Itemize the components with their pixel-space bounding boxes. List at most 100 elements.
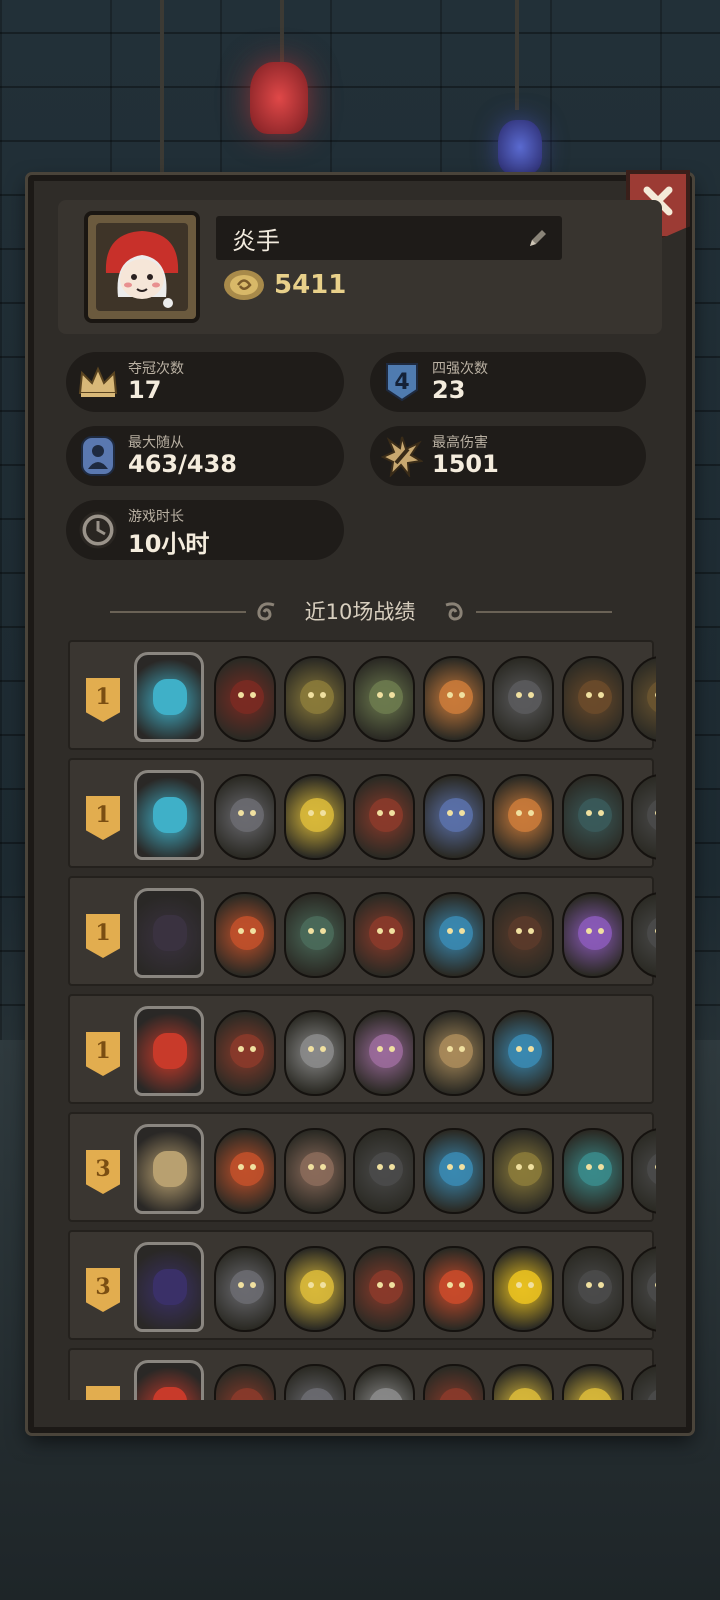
match-row[interactable]: 1: [68, 876, 656, 986]
minion-portrait[interactable]: [283, 656, 346, 742]
minion-eye: [389, 1046, 395, 1052]
minion-portrait[interactable]: [214, 1128, 276, 1214]
minion-portrait[interactable]: [422, 1246, 485, 1332]
minion-face: [647, 1388, 656, 1400]
hero-face: [153, 1387, 187, 1400]
match-row[interactable]: 3: [68, 1230, 656, 1340]
minion-portrait[interactable]: [214, 1246, 276, 1332]
hero-portrait[interactable]: [134, 652, 204, 742]
minion-portrait[interactable]: [631, 1246, 656, 1332]
hero-portrait[interactable]: [134, 888, 204, 978]
minion-portrait[interactable]: [422, 892, 485, 978]
stat-label: 最高伤害: [432, 435, 488, 451]
minion-portrait[interactable]: [353, 1246, 415, 1332]
minion-eye: [238, 692, 244, 698]
hero-portrait[interactable]: [134, 1242, 204, 1332]
minion-eye: [597, 692, 604, 698]
minion-eye: [389, 928, 395, 934]
minion-face: [438, 1270, 473, 1304]
minion-portrait[interactable]: [631, 774, 656, 860]
match-row[interactable]: 1: [68, 994, 654, 1104]
minion-portrait[interactable]: [561, 774, 624, 860]
minion-portrait[interactable]: [353, 1010, 415, 1096]
minion-eye: [597, 810, 604, 816]
minion-eye: [250, 928, 256, 934]
crown-icon: [76, 360, 120, 404]
minion-portrait[interactable]: [561, 1364, 624, 1400]
minion-portrait[interactable]: [283, 1128, 346, 1214]
minion-portrait[interactable]: [422, 1364, 485, 1400]
match-row[interactable]: [68, 1348, 656, 1400]
minion-portrait[interactable]: [492, 656, 554, 742]
minion-portrait[interactable]: [353, 656, 415, 742]
stat-value: 10小时: [128, 530, 210, 558]
minion-portrait[interactable]: [353, 1364, 415, 1400]
minion-eye: [528, 810, 534, 816]
minion-portrait[interactable]: [283, 892, 346, 978]
minion-portrait[interactable]: [283, 774, 346, 860]
minion-portrait[interactable]: [492, 1364, 554, 1400]
minion-face: [438, 916, 473, 950]
minion-portrait[interactable]: [561, 1246, 624, 1332]
coin-balance: 5411: [222, 268, 346, 302]
minion-portrait[interactable]: [214, 656, 276, 742]
stat-label: 夺冠次数: [128, 361, 184, 377]
minion-portrait[interactable]: [353, 892, 415, 978]
match-row[interactable]: 1: [68, 640, 656, 750]
minion-portrait[interactable]: [353, 774, 415, 860]
minion-portrait[interactable]: [422, 774, 485, 860]
recent-matches-list[interactable]: 1 1 1 1 3 3: [68, 640, 656, 1400]
minion-portrait[interactable]: [631, 1364, 656, 1400]
minion-portrait[interactable]: [283, 1246, 346, 1332]
minion-portrait[interactable]: [422, 656, 485, 742]
minion-portrait[interactable]: [353, 1128, 415, 1214]
player-name-field[interactable]: 炎手: [216, 216, 562, 260]
placement-badge: [86, 1386, 120, 1400]
player-avatar[interactable]: [84, 211, 200, 323]
hero-face: [153, 915, 187, 951]
minion-face: [577, 680, 612, 714]
minion-portrait[interactable]: [214, 1010, 276, 1096]
damage-burst-icon: [380, 434, 424, 478]
minion-portrait[interactable]: [492, 774, 554, 860]
minion-face: [230, 1388, 264, 1400]
minion-portrait[interactable]: [214, 1364, 276, 1400]
minion-portrait[interactable]: [422, 1128, 485, 1214]
minion-face: [508, 1270, 542, 1304]
edit-name-pencil-icon[interactable]: [526, 226, 550, 250]
minion-face: [438, 1034, 473, 1068]
hero-portrait[interactable]: [134, 770, 204, 860]
minion-portrait[interactable]: [283, 1364, 346, 1400]
hero-portrait[interactable]: [134, 1124, 204, 1214]
stat-label: 四强次数: [432, 361, 488, 377]
minion-portrait[interactable]: [492, 1010, 554, 1096]
minion-portrait[interactable]: [492, 1128, 554, 1214]
minion-face: [369, 680, 403, 714]
minion-portrait[interactable]: [492, 1246, 554, 1332]
stat-play-time: 游戏时长 10小时: [66, 500, 344, 560]
placement-number: 3: [95, 1156, 111, 1182]
hero-portrait[interactable]: [134, 1360, 204, 1400]
minion-face: [230, 916, 264, 950]
minion-portrait[interactable]: [631, 656, 656, 742]
minion-portrait[interactable]: [214, 892, 276, 978]
minion-portrait[interactable]: [631, 1128, 656, 1214]
minion-portrait[interactable]: [561, 656, 624, 742]
minion-portrait[interactable]: [631, 892, 656, 978]
match-row[interactable]: 1: [68, 758, 656, 868]
minion-portrait[interactable]: [561, 892, 624, 978]
minion-eye: [655, 1282, 656, 1288]
minion-portrait[interactable]: [561, 1128, 624, 1214]
match-row[interactable]: 3: [68, 1112, 656, 1222]
minion-eye: [389, 810, 395, 816]
stat-value: 17: [128, 376, 162, 404]
hero-portrait[interactable]: [134, 1006, 204, 1096]
minion-eye: [389, 1164, 395, 1170]
minion-portrait[interactable]: [492, 892, 554, 978]
placement-badge: 1: [86, 678, 120, 722]
minion-portrait[interactable]: [214, 774, 276, 860]
minion-portrait[interactable]: [422, 1010, 485, 1096]
minion-eye: [516, 810, 522, 816]
avatar-portrait-icon: [105, 231, 179, 308]
minion-portrait[interactable]: [283, 1010, 346, 1096]
